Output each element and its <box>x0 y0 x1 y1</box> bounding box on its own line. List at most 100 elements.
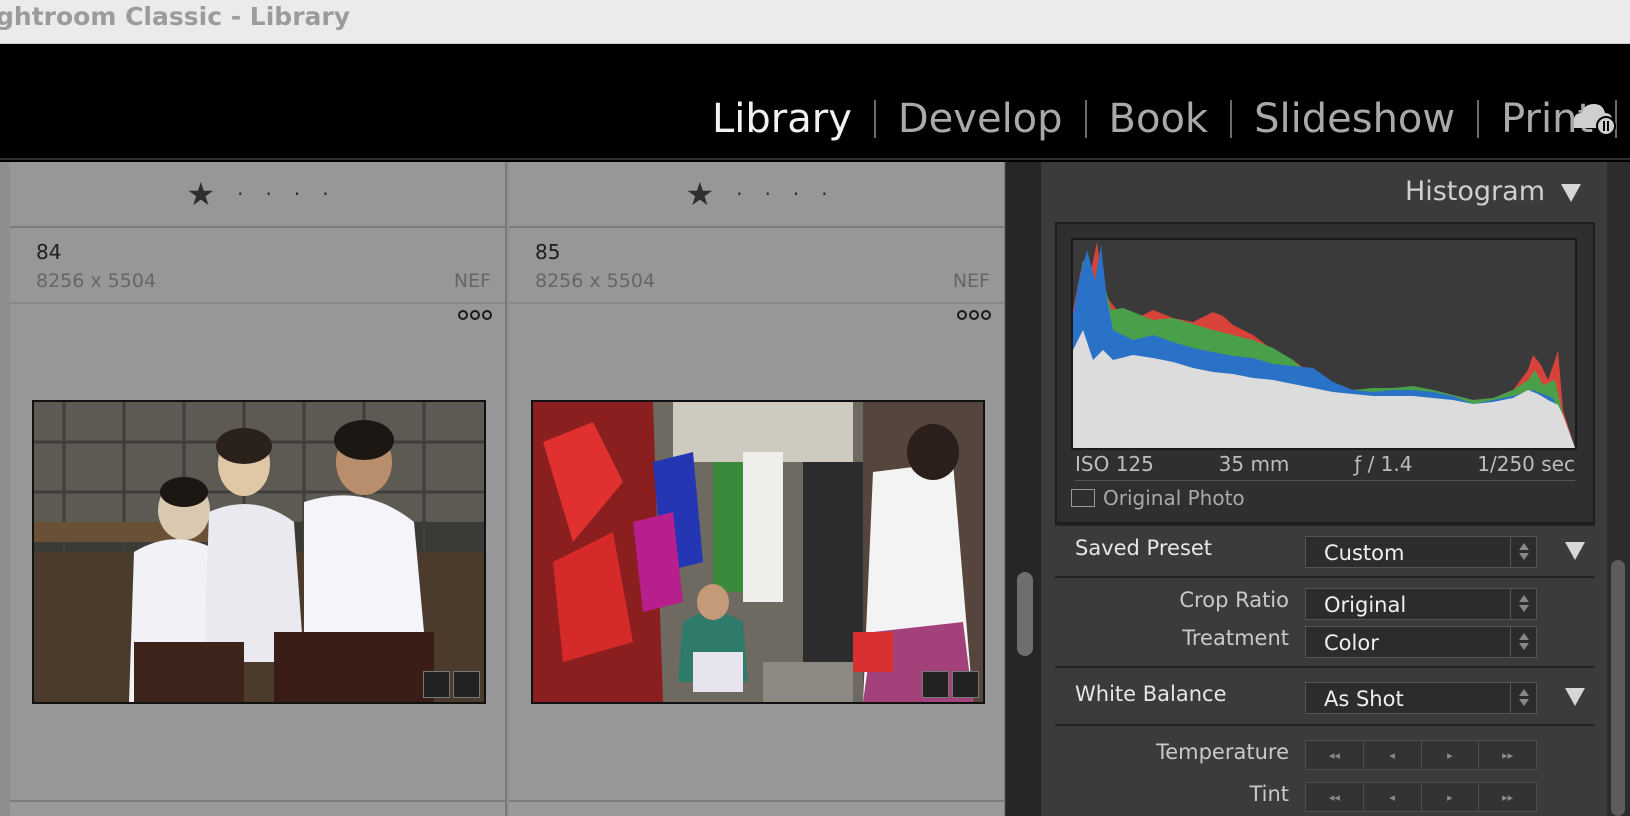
white-balance-label[interactable]: White Balance <box>1075 682 1227 706</box>
decrease-small-button[interactable]: ◂ <box>1364 741 1422 769</box>
collapse-triangle-icon[interactable] <box>1561 184 1581 202</box>
module-library[interactable]: Library <box>712 96 852 142</box>
increase-small-button[interactable]: ▸ <box>1422 783 1480 811</box>
aperture-value: ƒ / 1.4 <box>1354 452 1413 476</box>
treatment-select[interactable]: Color <box>1305 626 1537 658</box>
thumbnail-badges <box>423 671 480 698</box>
white-balance-row: White Balance As Shot <box>1055 672 1595 714</box>
collapse-triangle-icon[interactable] <box>1565 688 1585 706</box>
window-title: ghtroom Classic - Library <box>0 2 351 31</box>
histogram-header[interactable]: Histogram <box>1041 162 1611 220</box>
cloud-sync-icon[interactable] <box>1572 100 1618 136</box>
keyword-tag-icon[interactable] <box>922 671 949 698</box>
panel-scrollbar-thumb[interactable] <box>1611 560 1625 816</box>
thumbnail-badges <box>922 671 979 698</box>
focal-length-value: 35 mm <box>1218 452 1290 476</box>
increase-small-button[interactable]: ▸ <box>1422 741 1480 769</box>
develop-adjusted-icon[interactable] <box>952 671 979 698</box>
treatment-label: Treatment <box>1182 626 1289 650</box>
star-icon[interactable]: ★ <box>685 175 714 213</box>
saved-preset-select[interactable]: Custom <box>1305 536 1537 568</box>
module-separator <box>1084 100 1087 138</box>
file-format: NEF <box>952 270 990 292</box>
module-separator <box>1477 100 1480 138</box>
section-divider <box>1055 666 1595 668</box>
histogram-panel: ISO 125 35 mm ƒ / 1.4 1/250 sec Original… <box>1055 222 1595 524</box>
panel-scrollbar[interactable] <box>1607 162 1630 816</box>
grid-scrollbar-thumb[interactable] <box>1017 572 1033 656</box>
saved-preset-row: Saved Preset Custom <box>1055 526 1595 568</box>
grid-cell[interactable]: ★ · · · · 85 8256 x 5504 NEF <box>509 162 1006 816</box>
photo-index: 85 <box>535 240 561 264</box>
photo-thumbnail[interactable] <box>32 400 486 704</box>
photo-dimensions: 8256 x 5504 <box>535 270 656 292</box>
star-rating[interactable]: ★ · · · · <box>10 162 505 228</box>
right-panel: Histogram ISO 125 35 mm ƒ / 1.4 1/250 se… <box>1041 162 1630 816</box>
saved-preset-value: Custom <box>1324 541 1405 565</box>
empty-star-dot[interactable]: · <box>237 182 243 206</box>
crop-ratio-row: Crop Ratio Original <box>1055 578 1595 620</box>
original-photo-label: Original Photo <box>1103 486 1245 510</box>
more-options-icon[interactable] <box>956 308 992 322</box>
photo-index: 84 <box>36 240 62 264</box>
photo-dimensions: 8256 x 5504 <box>36 270 157 292</box>
select-stepper-icon <box>1510 627 1536 657</box>
module-picker-bar: Library Develop Book Slideshow Print <box>0 44 1630 160</box>
module-slideshow[interactable]: Slideshow <box>1254 96 1455 142</box>
select-stepper-icon <box>1510 537 1536 567</box>
photo-metadata: 85 8256 x 5504 NEF <box>509 230 1004 304</box>
empty-star-dot[interactable]: · <box>736 182 742 206</box>
empty-star-dot[interactable]: · <box>265 182 271 206</box>
module-book[interactable]: Book <box>1109 96 1209 142</box>
histogram-title[interactable]: Histogram <box>1405 176 1545 207</box>
library-grid[interactable]: ★ · · · · 84 8256 x 5504 NEF ★ · · · · 8… <box>0 162 1006 816</box>
saved-preset-label[interactable]: Saved Preset <box>1075 536 1212 560</box>
select-stepper-icon <box>1510 589 1536 619</box>
develop-adjusted-icon[interactable] <box>453 671 480 698</box>
increase-large-button[interactable]: ▸▸ <box>1479 783 1536 811</box>
tint-label: Tint <box>1249 782 1289 806</box>
temperature-stepper[interactable]: ◂◂ ◂ ▸ ▸▸ <box>1305 740 1537 770</box>
decrease-large-button[interactable]: ◂◂ <box>1306 741 1364 769</box>
star-rating[interactable]: ★ · · · · <box>509 162 1004 228</box>
next-row-edge <box>10 800 505 816</box>
shutter-speed-value: 1/250 sec <box>1477 452 1575 476</box>
next-row-edge <box>509 800 1004 816</box>
section-divider <box>1055 724 1595 726</box>
original-photo-checkbox[interactable] <box>1071 489 1095 507</box>
decrease-small-button[interactable]: ◂ <box>1364 783 1422 811</box>
decrease-large-button[interactable]: ◂◂ <box>1306 783 1364 811</box>
grid-cell[interactable]: ★ · · · · 84 8256 x 5504 NEF <box>10 162 507 816</box>
module-picker: Library Develop Book Slideshow Print <box>712 96 1630 142</box>
empty-star-dot[interactable]: · <box>764 182 770 206</box>
select-stepper-icon <box>1510 683 1536 713</box>
module-separator <box>873 100 876 138</box>
histogram-graph[interactable] <box>1071 238 1577 450</box>
module-develop[interactable]: Develop <box>898 96 1063 142</box>
empty-star-dot[interactable]: · <box>821 182 827 206</box>
photo-thumbnail[interactable] <box>531 400 985 704</box>
temperature-label: Temperature <box>1155 740 1289 764</box>
treatment-row: Treatment Color <box>1055 616 1595 658</box>
white-balance-value: As Shot <box>1324 687 1404 711</box>
crop-ratio-value: Original <box>1324 593 1407 617</box>
empty-star-dot[interactable]: · <box>793 182 799 206</box>
file-format: NEF <box>453 270 491 292</box>
tint-row: Tint ◂◂ ◂ ▸ ▸▸ <box>1055 772 1595 814</box>
tint-stepper[interactable]: ◂◂ ◂ ▸ ▸▸ <box>1305 782 1537 812</box>
collapse-triangle-icon[interactable] <box>1565 542 1585 560</box>
crop-ratio-label: Crop Ratio <box>1179 588 1289 612</box>
empty-star-dot[interactable]: · <box>294 182 300 206</box>
original-photo-toggle[interactable]: Original Photo <box>1071 486 1245 510</box>
empty-star-dot[interactable]: · <box>322 182 328 206</box>
star-icon[interactable]: ★ <box>186 175 215 213</box>
more-options-icon[interactable] <box>457 308 493 322</box>
temperature-row: Temperature ◂◂ ◂ ▸ ▸▸ <box>1055 728 1595 770</box>
iso-value: ISO 125 <box>1075 452 1154 476</box>
grid-scrollbar[interactable] <box>1005 162 1041 816</box>
exif-readout: ISO 125 35 mm ƒ / 1.4 1/250 sec <box>1075 452 1575 481</box>
white-balance-select[interactable]: As Shot <box>1305 682 1537 714</box>
increase-large-button[interactable]: ▸▸ <box>1479 741 1536 769</box>
keyword-tag-icon[interactable] <box>423 671 450 698</box>
module-separator <box>1230 100 1233 138</box>
